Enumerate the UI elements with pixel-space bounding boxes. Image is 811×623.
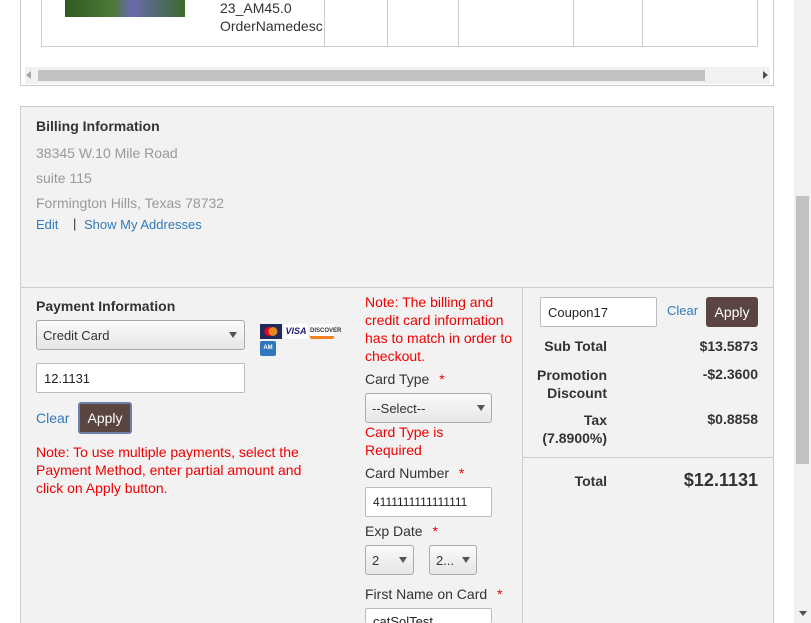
tax-label-line1: Tax — [583, 412, 607, 428]
table-divider — [387, 0, 388, 46]
horizontal-scrollbar-thumb[interactable] — [38, 70, 705, 81]
vertical-scrollbar-thumb[interactable] — [796, 196, 809, 464]
mastercard-icon — [260, 323, 282, 339]
promotion-label-line2: Discount — [547, 385, 607, 401]
billing-address-line2: suite 115 — [36, 170, 92, 186]
order-item-name: 23_AM45.0 OrderNamedesc — [220, 0, 323, 35]
card-type-label-text: Card Type — [365, 371, 430, 387]
first-name-input[interactable]: catSolTest — [365, 608, 492, 623]
card-number-input[interactable]: 4111111111111111 — [365, 487, 492, 517]
required-mark: * — [432, 523, 438, 539]
chevron-down-icon — [477, 405, 485, 411]
billing-edit-link[interactable]: Edit — [36, 217, 58, 232]
card-number-label: Card Number * — [365, 465, 464, 481]
subtotal-value: $13.5873 — [699, 338, 758, 354]
coupon-apply-button[interactable]: Apply — [706, 297, 758, 327]
link-separator: | — [73, 216, 77, 231]
multiple-payments-note: Note: To use multiple payments, select t… — [36, 444, 302, 496]
promotion-discount-value: -$2.3600 — [702, 366, 758, 382]
billing-address-line1: 38345 W.10 Mile Road — [36, 145, 178, 161]
required-mark: * — [439, 371, 445, 387]
billing-title: Billing Information — [36, 118, 160, 134]
first-name-label-text: First Name on Card — [365, 586, 488, 602]
payment-method-selected: Credit Card — [43, 327, 110, 343]
total-label: Total — [574, 473, 607, 489]
scroll-right-arrow-icon[interactable] — [763, 71, 768, 79]
show-addresses-link[interactable]: Show My Addresses — [84, 217, 202, 232]
exp-year-selected: 2... — [436, 552, 455, 568]
card-logos: VISA DISCOVER AM — [260, 322, 352, 356]
card-type-selected: --Select-- — [372, 400, 426, 416]
tax-label-line2: (7.8900%) — [542, 430, 607, 446]
payment-apply-button[interactable]: Apply — [78, 402, 132, 434]
table-divider — [757, 0, 758, 46]
promotion-discount-label: Promotion Discount — [530, 366, 607, 402]
exp-month-selected: 2 — [372, 552, 380, 568]
coupon-input[interactable]: Coupon17 — [540, 297, 657, 327]
chevron-down-icon — [462, 557, 470, 563]
payment-amount-input[interactable]: 12.1131 — [36, 363, 245, 393]
subtotal-label: Sub Total — [544, 338, 607, 354]
exp-year-select[interactable]: 2... — [429, 545, 477, 575]
billing-address-line3: Formington Hills, Texas 78732 — [36, 195, 225, 211]
scroll-left-arrow-icon[interactable] — [26, 71, 31, 79]
product-thumbnail[interactable] — [65, 0, 185, 17]
discover-icon: DISCOVER — [310, 323, 341, 339]
tax-value: $0.8858 — [707, 411, 758, 427]
chevron-down-icon — [229, 332, 237, 338]
exp-date-label-text: Exp Date — [365, 523, 423, 539]
amex-icon: AM — [260, 340, 276, 356]
required-mark: * — [497, 586, 503, 602]
billing-match-note: Note: The billing and credit card inform… — [365, 294, 513, 364]
card-type-error: Card Type is Required — [365, 424, 444, 458]
chevron-down-icon — [399, 557, 407, 563]
table-divider — [642, 0, 643, 46]
first-name-value: catSolTest — [373, 614, 433, 623]
tax-label: Tax (7.8900%) — [530, 411, 607, 447]
required-mark: * — [458, 465, 465, 481]
payment-title: Payment Information — [36, 298, 176, 314]
order-item-line1: 23_AM45.0 — [220, 0, 292, 16]
first-name-label: First Name on Card * — [365, 586, 503, 602]
table-divider — [458, 0, 459, 46]
visa-icon: VISA — [284, 323, 308, 339]
exp-date-label: Exp Date * — [365, 523, 438, 539]
summary-divider — [522, 457, 774, 458]
card-type-label: Card Type * — [365, 371, 445, 387]
card-type-select[interactable]: --Select-- — [365, 393, 492, 423]
payment-clear-link[interactable]: Clear — [36, 410, 69, 426]
scroll-down-arrow-icon[interactable] — [799, 611, 807, 616]
table-divider — [573, 0, 574, 46]
table-divider — [324, 0, 325, 46]
exp-month-select[interactable]: 2 — [365, 545, 414, 575]
card-number-label-text: Card Number — [365, 465, 450, 481]
payment-method-select[interactable]: Credit Card — [36, 320, 245, 350]
promotion-label-line1: Promotion — [537, 367, 607, 383]
total-value: $12.1131 — [683, 470, 758, 490]
order-item-line2: OrderNamedesc — [220, 18, 323, 34]
coupon-clear-link[interactable]: Clear — [667, 303, 698, 318]
